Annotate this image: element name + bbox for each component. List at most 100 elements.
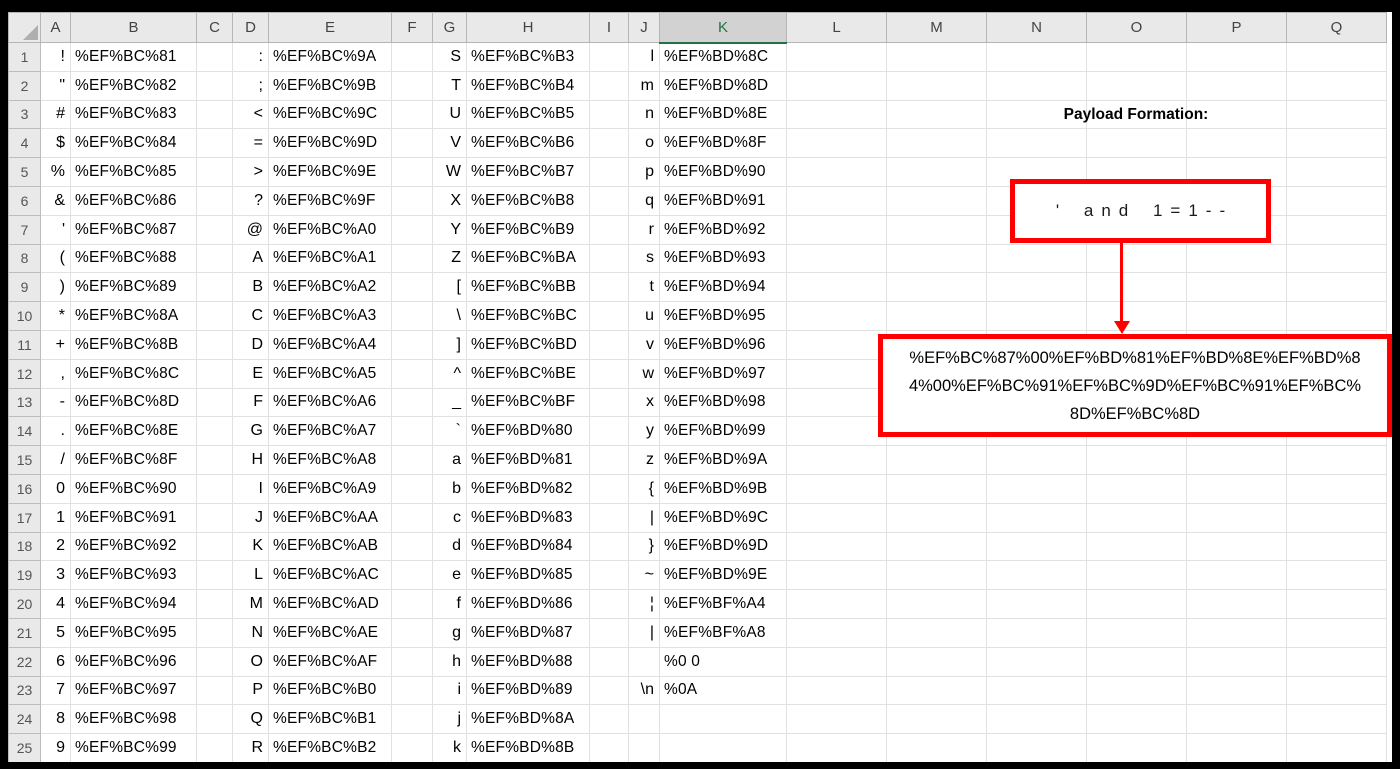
cell-I12[interactable] xyxy=(589,358,629,389)
row-header-12[interactable]: 12 xyxy=(8,358,41,389)
cell-L4[interactable] xyxy=(786,128,887,159)
cell-H23[interactable]: %EF%BD%89 xyxy=(466,675,590,706)
cell-H24[interactable]: %EF%BD%8A xyxy=(466,704,590,735)
cell-O4[interactable] xyxy=(1086,128,1187,159)
cell-K8[interactable]: %EF%BD%93 xyxy=(659,243,787,274)
cell-C13[interactable] xyxy=(196,387,233,418)
cell-B18[interactable]: %EF%BC%92 xyxy=(70,531,197,562)
cell-H12[interactable]: %EF%BC%BE xyxy=(466,358,590,389)
row-header-10[interactable]: 10 xyxy=(8,301,41,331)
cell-F15[interactable] xyxy=(391,445,433,475)
cell-E2[interactable]: %EF%BC%9B xyxy=(268,70,392,101)
cell-N22[interactable] xyxy=(986,646,1087,677)
cell-B1[interactable]: %EF%BC%81 xyxy=(70,42,197,72)
cell-K25[interactable] xyxy=(659,733,787,762)
cell-K19[interactable]: %EF%BD%9E xyxy=(659,560,787,591)
cell-E12[interactable]: %EF%BC%A5 xyxy=(268,358,392,389)
select-all-corner[interactable] xyxy=(8,12,41,43)
cell-K15[interactable]: %EF%BD%9A xyxy=(659,445,787,475)
cell-O2[interactable] xyxy=(1086,70,1187,101)
cell-M8[interactable] xyxy=(886,243,987,274)
column-header-O[interactable]: O xyxy=(1086,12,1187,43)
cell-C18[interactable] xyxy=(196,531,233,562)
row-header-8[interactable]: 8 xyxy=(8,243,41,274)
cell-L21[interactable] xyxy=(786,617,887,648)
cell-M21[interactable] xyxy=(886,617,987,648)
cell-L15[interactable] xyxy=(786,445,887,475)
cell-J11[interactable]: v xyxy=(628,329,660,360)
cell-P10[interactable] xyxy=(1186,301,1287,331)
cell-I3[interactable] xyxy=(589,99,629,130)
cell-A15[interactable]: / xyxy=(40,445,71,475)
cell-Q8[interactable] xyxy=(1286,243,1387,274)
cell-D14[interactable]: G xyxy=(232,416,269,447)
cell-E11[interactable]: %EF%BC%A4 xyxy=(268,329,392,360)
cell-E22[interactable]: %EF%BC%AF xyxy=(268,646,392,677)
row-header-18[interactable]: 18 xyxy=(8,531,41,562)
cell-Q24[interactable] xyxy=(1286,704,1387,735)
cell-A18[interactable]: 2 xyxy=(40,531,71,562)
cell-Q21[interactable] xyxy=(1286,617,1387,648)
cell-F25[interactable] xyxy=(391,733,433,762)
cell-C3[interactable] xyxy=(196,99,233,130)
cell-M7[interactable] xyxy=(886,214,987,245)
row-header-13[interactable]: 13 xyxy=(8,387,41,418)
cell-H15[interactable]: %EF%BD%81 xyxy=(466,445,590,475)
cell-A8[interactable]: ( xyxy=(40,243,71,274)
cell-G4[interactable]: V xyxy=(432,128,467,159)
cell-L25[interactable] xyxy=(786,733,887,762)
cell-K6[interactable]: %EF%BD%91 xyxy=(659,185,787,216)
row-header-25[interactable]: 25 xyxy=(8,733,41,762)
cell-M6[interactable] xyxy=(886,185,987,216)
cell-F8[interactable] xyxy=(391,243,433,274)
cell-B8[interactable]: %EF%BC%88 xyxy=(70,243,197,274)
cell-E15[interactable]: %EF%BC%A8 xyxy=(268,445,392,475)
cell-A2[interactable]: " xyxy=(40,70,71,101)
cell-M15[interactable] xyxy=(886,445,987,475)
cell-F24[interactable] xyxy=(391,704,433,735)
cell-A24[interactable]: 8 xyxy=(40,704,71,735)
cell-G6[interactable]: X xyxy=(432,185,467,216)
row-header-11[interactable]: 11 xyxy=(8,329,41,360)
cell-H25[interactable]: %EF%BD%8B xyxy=(466,733,590,762)
cell-E24[interactable]: %EF%BC%B1 xyxy=(268,704,392,735)
cell-C7[interactable] xyxy=(196,214,233,245)
cell-B19[interactable]: %EF%BC%93 xyxy=(70,560,197,591)
cell-B25[interactable]: %EF%BC%99 xyxy=(70,733,197,762)
cell-J15[interactable]: z xyxy=(628,445,660,475)
cell-H17[interactable]: %EF%BD%83 xyxy=(466,502,590,533)
cell-A14[interactable]: . xyxy=(40,416,71,447)
cell-K20[interactable]: %EF%BF%A4 xyxy=(659,589,787,619)
cell-B4[interactable]: %EF%BC%84 xyxy=(70,128,197,159)
cell-D10[interactable]: C xyxy=(232,301,269,331)
cell-C12[interactable] xyxy=(196,358,233,389)
cell-A3[interactable]: # xyxy=(40,99,71,130)
cell-J18[interactable]: } xyxy=(628,531,660,562)
cell-F20[interactable] xyxy=(391,589,433,619)
cell-B22[interactable]: %EF%BC%96 xyxy=(70,646,197,677)
cell-H4[interactable]: %EF%BC%B6 xyxy=(466,128,590,159)
cell-K18[interactable]: %EF%BD%9D xyxy=(659,531,787,562)
cell-B17[interactable]: %EF%BC%91 xyxy=(70,502,197,533)
cell-G10[interactable]: \ xyxy=(432,301,467,331)
cell-D5[interactable]: > xyxy=(232,157,269,187)
cell-C4[interactable] xyxy=(196,128,233,159)
row-header-22[interactable]: 22 xyxy=(8,646,41,677)
cell-Q9[interactable] xyxy=(1286,272,1387,303)
cell-O18[interactable] xyxy=(1086,531,1187,562)
cell-F12[interactable] xyxy=(391,358,433,389)
cell-J20[interactable]: ¦ xyxy=(628,589,660,619)
cell-A25[interactable]: 9 xyxy=(40,733,71,762)
cell-M17[interactable] xyxy=(886,502,987,533)
cell-O20[interactable] xyxy=(1086,589,1187,619)
row-header-19[interactable]: 19 xyxy=(8,560,41,591)
cell-F18[interactable] xyxy=(391,531,433,562)
cell-K10[interactable]: %EF%BD%95 xyxy=(659,301,787,331)
cell-K24[interactable] xyxy=(659,704,787,735)
cell-D2[interactable]: ; xyxy=(232,70,269,101)
cell-D15[interactable]: H xyxy=(232,445,269,475)
cell-N20[interactable] xyxy=(986,589,1087,619)
cell-C23[interactable] xyxy=(196,675,233,706)
column-header-N[interactable]: N xyxy=(986,12,1087,43)
cell-N1[interactable] xyxy=(986,42,1087,72)
